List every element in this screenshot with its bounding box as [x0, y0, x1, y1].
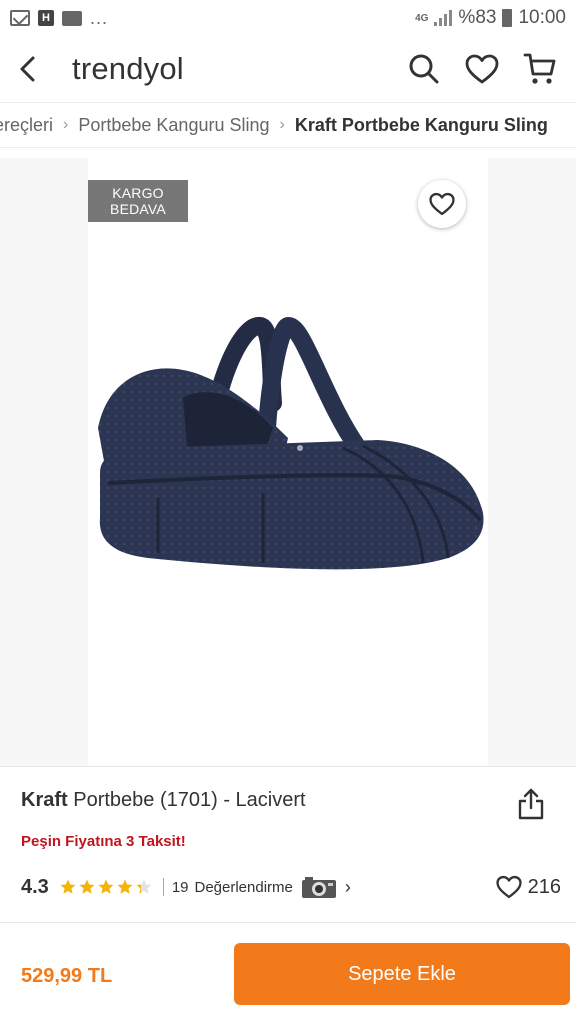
favorites-button[interactable] [464, 51, 500, 87]
network-type: 4G [415, 12, 429, 24]
clock: 10:00 [518, 7, 566, 28]
product-brand[interactable]: Kraft [21, 789, 68, 811]
brand-logo[interactable]: trendyol [72, 51, 184, 87]
star-icon [117, 879, 133, 894]
badge-line-2: BEDAVA [110, 201, 166, 217]
share-button[interactable] [516, 787, 546, 821]
star-icon [98, 879, 114, 894]
product-image [98, 317, 484, 570]
status-left: H ... [10, 8, 108, 29]
battery-icon [502, 9, 513, 27]
star-icon [79, 879, 95, 894]
star-icon [60, 879, 76, 894]
rating-row[interactable]: 4.3 19 Değerlendirme › 216 [21, 875, 561, 899]
product-name: Portbebe (1701) - Lacivert [73, 789, 306, 811]
chevron-right-icon: › [63, 116, 69, 133]
rating-score: 4.3 [21, 875, 49, 898]
more-notifications-icon: ... [90, 7, 109, 28]
chevron-right-icon: › [344, 876, 351, 897]
product-title: Kraft Portbebe (1701) - Lacivert [21, 789, 306, 812]
cart-button[interactable] [522, 51, 558, 87]
review-label: Değerlendirme [194, 878, 293, 896]
add-favorite-button[interactable] [418, 180, 466, 228]
heart-icon [429, 192, 455, 216]
breadcrumb-item-category[interactable]: ereçleri [0, 115, 53, 136]
installment-promo: Peşin Fiyatına 3 Taksit! [21, 833, 186, 850]
likes[interactable]: 216 [496, 875, 561, 899]
bottom-bar: 529,99 TL Sepete Ekle [0, 922, 576, 1024]
breadcrumb: ereçleri › Portbebe Kanguru Sling › Kraf… [0, 102, 576, 148]
likes-count: 216 [527, 875, 561, 898]
status-bar: H ... 4G %83 10:00 [0, 0, 576, 36]
star-icon [136, 879, 152, 894]
folder-icon [62, 10, 82, 26]
rating-stars [59, 878, 153, 896]
review-count: 19 [171, 878, 189, 896]
breadcrumb-current: Kraft Portbebe Kanguru Sling [294, 114, 548, 135]
camera-icon [301, 877, 336, 898]
back-button[interactable] [18, 49, 52, 89]
badge-line-1: KARGO [112, 185, 164, 201]
mail-icon [10, 10, 30, 26]
search-icon [409, 54, 439, 84]
cart-icon [523, 53, 556, 84]
heart-icon [496, 875, 522, 899]
breadcrumb-item-subcategory[interactable]: Portbebe Kanguru Sling [78, 115, 269, 136]
divider [162, 878, 164, 896]
product-gallery[interactable]: KARGO BEDAVA [0, 158, 576, 766]
product-info: Kraft Portbebe (1701) - Lacivert Peşin F… [0, 766, 576, 922]
search-button[interactable] [406, 51, 442, 87]
header-actions [406, 51, 558, 87]
app-header: trendyol [0, 36, 576, 102]
h-app-icon: H [38, 10, 54, 26]
share-icon [518, 788, 544, 820]
free-shipping-badge: KARGO BEDAVA [88, 180, 188, 222]
signal-icon [434, 10, 453, 26]
heart-icon [465, 54, 499, 84]
add-to-cart-button[interactable]: Sepete Ekle [234, 943, 570, 1005]
status-right: 4G %83 10:00 [415, 7, 566, 29]
battery-percent: %83 [458, 7, 497, 28]
chevron-left-icon [20, 56, 35, 82]
price: 529,99 TL [21, 965, 113, 987]
chevron-right-icon: › [279, 116, 285, 133]
